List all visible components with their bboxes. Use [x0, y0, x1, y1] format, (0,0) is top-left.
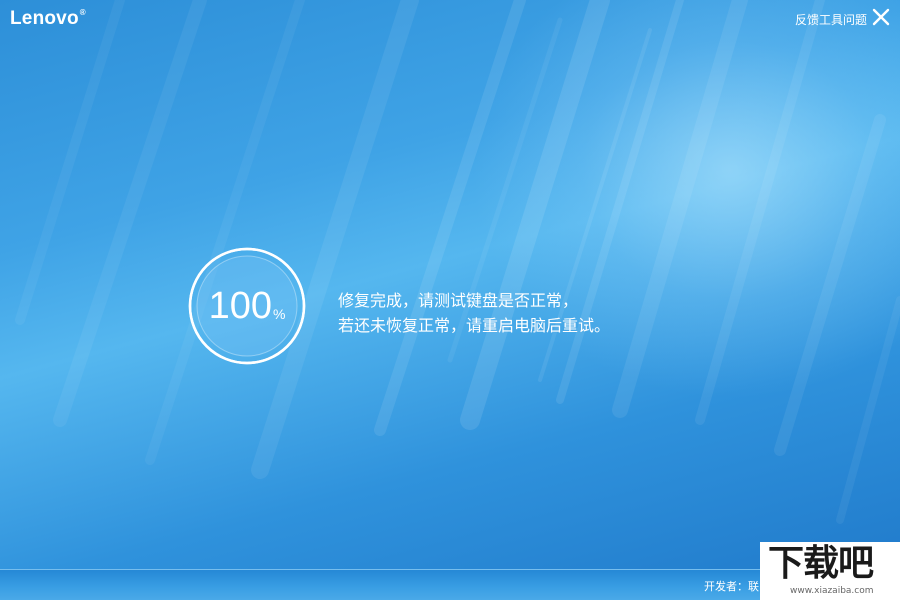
- progress-label: 100%: [187, 246, 307, 366]
- feedback-link[interactable]: 反馈工具问题: [795, 11, 867, 28]
- watermark-url: www.xiazaiba.com: [790, 586, 874, 596]
- logo-mark: ®: [79, 8, 86, 17]
- status-message-line-2: 若还未恢复正常，请重启电脑后重试。: [338, 316, 611, 335]
- watermark-title: 下载吧: [768, 543, 874, 584]
- progress-ring: 100%: [187, 246, 307, 366]
- close-icon: [872, 8, 890, 26]
- app-window: Lenovo® 反馈工具问题 100% 修复完成，请测试键盘是否正常， 若还未恢…: [0, 0, 900, 600]
- progress-unit: %: [272, 306, 286, 322]
- progress-value: 100: [208, 285, 272, 327]
- developer-label: 开发者：联: [704, 580, 759, 593]
- close-button[interactable]: [871, 7, 891, 27]
- background-glow: [470, 0, 900, 400]
- status-message: 修复完成，请测试键盘是否正常， 若还未恢复正常，请重启电脑后重试。: [338, 288, 610, 338]
- status-message-line-1: 修复完成，请测试键盘是否正常，: [338, 291, 579, 310]
- site-watermark: 下载吧 www.xiazaiba.com: [760, 542, 900, 600]
- logo-text: Lenovo: [10, 8, 79, 29]
- lenovo-logo: Lenovo®: [10, 8, 86, 30]
